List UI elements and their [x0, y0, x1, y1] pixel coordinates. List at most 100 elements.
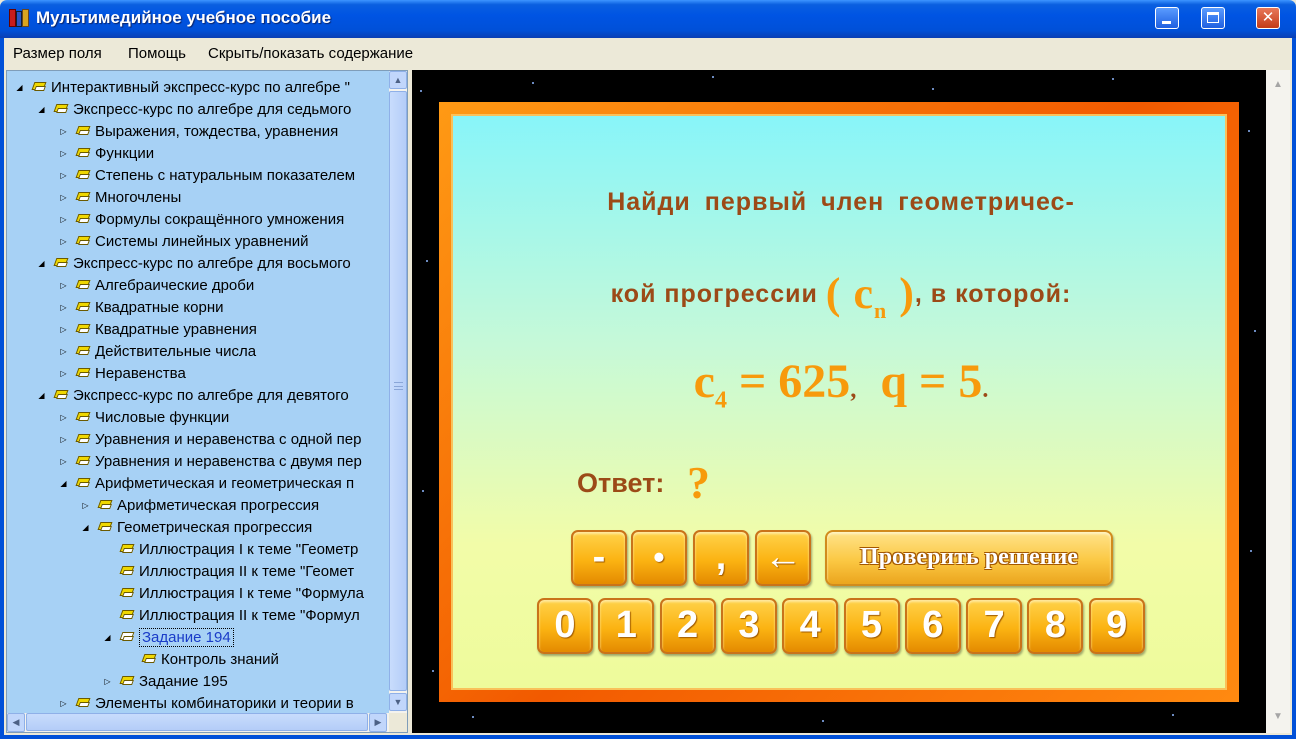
expand-arrow-icon[interactable]: ▷: [59, 127, 68, 136]
tree-item-label: Формулы сокращённого умножения: [95, 211, 345, 228]
collapse-arrow-icon[interactable]: ◢: [37, 105, 46, 114]
tree-item[interactable]: ◢ Экспресс-курс по алгебре для девятого: [7, 385, 389, 407]
tree-item[interactable]: ◢ Экспресс-курс по алгебре для восьмого: [7, 253, 389, 275]
collapse-arrow-icon[interactable]: ◢: [15, 83, 24, 92]
tree-item[interactable]: ▷ Алгебраические дроби: [7, 275, 389, 297]
scroll-up-arrow-icon[interactable]: ▲: [389, 71, 407, 89]
tree-horizontal-scrollbar[interactable]: ◀ ▶: [7, 713, 389, 732]
backspace-arrow-icon[interactable]: ←: [755, 530, 811, 586]
check-solution-button[interactable]: Проверить решение: [825, 530, 1113, 586]
scroll-down-arrow-icon[interactable]: ▼: [389, 693, 407, 711]
tree-item[interactable]: ▷ Квадратные уравнения: [7, 319, 389, 341]
tree-item[interactable]: ▷ Формулы сокращённого умножения: [7, 209, 389, 231]
menu-field-size[interactable]: Размер поля: [13, 45, 102, 62]
expand-arrow-icon[interactable]: ▷: [59, 281, 68, 290]
expand-arrow-icon[interactable]: ▷: [103, 677, 112, 686]
maximize-button[interactable]: [1201, 7, 1225, 29]
answer-label: Ответ:: [577, 468, 665, 498]
tree-item[interactable]: ◢ Интерактивный экспресс-курс по алгебре …: [7, 77, 389, 99]
tree-item[interactable]: ▷ Системы линейных уравнений: [7, 231, 389, 253]
expand-arrow-icon[interactable]: ▷: [59, 347, 68, 356]
tree-item[interactable]: ▷ Арифметическая прогрессия: [7, 495, 389, 517]
tree-item[interactable]: Иллюстрация I к теме "Геометр: [7, 539, 389, 561]
comma-key[interactable]: ,: [693, 530, 749, 586]
digit-key-2[interactable]: 2: [659, 598, 716, 654]
tree-item[interactable]: ▷ Задание 195: [7, 671, 389, 693]
tree-item[interactable]: ◢ Геометрическая прогрессия: [7, 517, 389, 539]
minus-key[interactable]: -: [571, 530, 627, 586]
expand-arrow-icon[interactable]: ▷: [59, 699, 68, 708]
expand-arrow-icon[interactable]: ▷: [59, 413, 68, 422]
tree-item[interactable]: ◢ Задание 194: [7, 627, 389, 649]
expand-arrow-icon[interactable]: ▷: [59, 325, 68, 334]
expand-arrow-icon[interactable]: ▷: [59, 215, 68, 224]
menu-help[interactable]: Помощь: [128, 45, 186, 62]
digit-key-6[interactable]: 6: [904, 598, 961, 654]
digit-key-8[interactable]: 8: [1027, 598, 1084, 654]
collapse-arrow-icon[interactable]: ◢: [81, 523, 90, 532]
digit-key-7[interactable]: 7: [966, 598, 1023, 654]
horizontal-scrollbar-thumb[interactable]: [26, 713, 368, 731]
scroll-right-arrow-icon[interactable]: ▶: [369, 713, 387, 732]
topic-book-icon: [31, 82, 47, 92]
digit-key-4[interactable]: 4: [782, 598, 839, 654]
topic-book-icon: [75, 456, 91, 466]
tree-item[interactable]: ◢ Экспресс-курс по алгебре для седьмого: [7, 99, 389, 121]
tree-item[interactable]: ▷ Степень с натуральным показателем: [7, 165, 389, 187]
title-bar[interactable]: Мультимедийное учебное пособие ✕: [0, 0, 1296, 38]
tree-item[interactable]: ▷ Элементы комбинаторики и теории в: [7, 693, 389, 713]
tree-item[interactable]: Иллюстрация I к теме "Формула: [7, 583, 389, 605]
expand-arrow-icon[interactable]: ▷: [59, 237, 68, 246]
collapse-arrow-icon[interactable]: ◢: [37, 259, 46, 268]
digit-key-5[interactable]: 5: [843, 598, 900, 654]
expand-arrow-icon[interactable]: ▷: [59, 149, 68, 158]
tree-item-label: Квадратные корни: [95, 299, 224, 316]
tree-item[interactable]: ▷ Функции: [7, 143, 389, 165]
tree-item[interactable]: ▷ Числовые функции: [7, 407, 389, 429]
expand-arrow-icon[interactable]: ▷: [81, 501, 90, 510]
digit-key-0[interactable]: 0: [537, 598, 593, 654]
expand-arrow-icon[interactable]: ▷: [59, 369, 68, 378]
collapse-arrow-icon[interactable]: ◢: [103, 633, 112, 642]
digit-key-1[interactable]: 1: [598, 598, 655, 654]
expand-arrow-icon[interactable]: ▷: [59, 193, 68, 202]
minimize-button[interactable]: [1155, 7, 1179, 29]
topic-book-icon: [75, 148, 91, 158]
digit-key-3[interactable]: 3: [720, 598, 777, 654]
expand-arrow-icon[interactable]: ▷: [59, 435, 68, 444]
question-line-1: Найди первый член геометричес-: [607, 188, 1075, 216]
expand-arrow-icon[interactable]: ▷: [59, 457, 68, 466]
content-scroll-down-icon[interactable]: ▼: [1268, 708, 1288, 726]
tree-item[interactable]: Иллюстрация II к теме "Формул: [7, 605, 389, 627]
scroll-left-arrow-icon[interactable]: ◀: [7, 713, 25, 732]
content-scroll-up-icon[interactable]: ▲: [1268, 76, 1288, 94]
expand-arrow-icon[interactable]: ▷: [59, 303, 68, 312]
tree-vertical-scrollbar[interactable]: ▲ ▼: [389, 71, 407, 713]
digit-key-9[interactable]: 9: [1088, 598, 1145, 654]
tree-item[interactable]: ▷ Многочлены: [7, 187, 389, 209]
tree-item[interactable]: ▷ Квадратные корни: [7, 297, 389, 319]
contents-tree[interactable]: ◢ Интерактивный экспресс-курс по алгебре …: [7, 71, 389, 713]
tree-item[interactable]: ▷ Неравенства: [7, 363, 389, 385]
menu-toggle-contents[interactable]: Скрыть/показать содержание: [208, 45, 413, 62]
topic-book-icon: [75, 214, 91, 224]
topic-book-icon: [141, 654, 157, 664]
tree-item[interactable]: ◢ Арифметическая и геометрическая п: [7, 473, 389, 495]
tree-item[interactable]: ▷ Уравнения и неравенства с двумя пер: [7, 451, 389, 473]
expand-arrow-icon[interactable]: ▷: [59, 171, 68, 180]
topic-book-icon: [119, 676, 135, 686]
close-button[interactable]: ✕: [1256, 7, 1280, 29]
task-card: Найди первый член геометричес- кой прогресс…: [451, 114, 1227, 690]
collapse-arrow-icon[interactable]: ◢: [37, 391, 46, 400]
tree-item[interactable]: ▷ Уравнения и неравенства с одной пер: [7, 429, 389, 451]
tree-item[interactable]: Контроль знаний: [7, 649, 389, 671]
topic-book-icon: [97, 500, 113, 510]
tree-item-label: Задание 194: [139, 628, 234, 647]
tree-item[interactable]: ▷ Действительные числа: [7, 341, 389, 363]
tree-item[interactable]: ▷ Выражения, тождества, уравнения: [7, 121, 389, 143]
decimal-point-key[interactable]: •: [631, 530, 687, 586]
tree-item[interactable]: Иллюстрация II к теме "Геомет: [7, 561, 389, 583]
content-vertical-scrollbar[interactable]: ▲ ▼: [1266, 70, 1290, 733]
collapse-arrow-icon[interactable]: ◢: [59, 479, 68, 488]
scrollbar-thumb[interactable]: [389, 91, 407, 691]
